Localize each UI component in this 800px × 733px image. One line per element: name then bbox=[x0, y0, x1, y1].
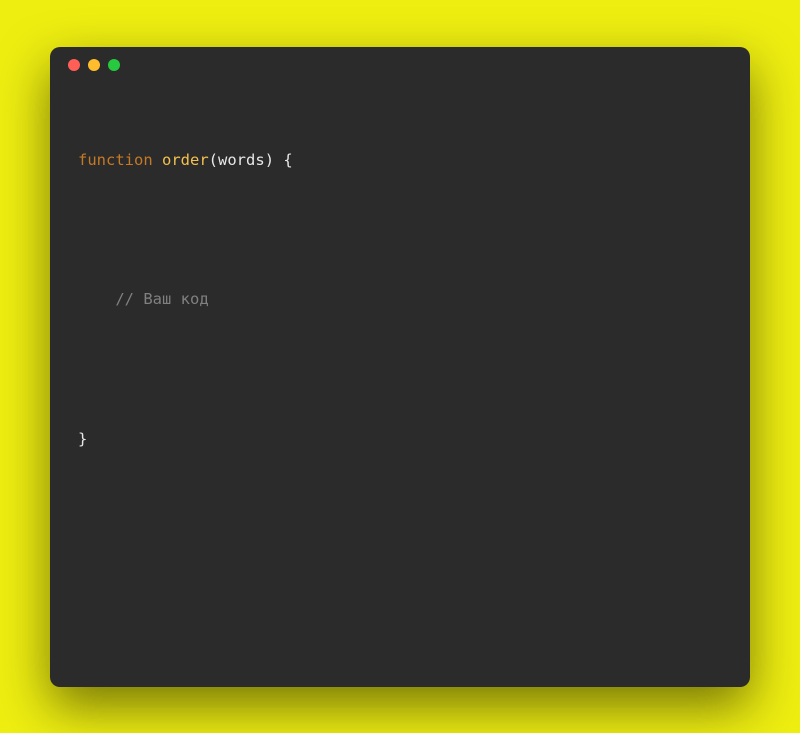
code-line: function order(words) { bbox=[78, 149, 722, 172]
blank-line bbox=[78, 567, 722, 590]
function-name-token: order bbox=[162, 151, 209, 169]
maximize-icon[interactable] bbox=[108, 59, 120, 71]
space-token bbox=[153, 151, 162, 169]
blank-line bbox=[78, 497, 722, 520]
brace-token: { bbox=[283, 151, 292, 169]
window-title-bar bbox=[50, 47, 750, 83]
brace-token: } bbox=[78, 430, 87, 448]
keyword-token: function bbox=[78, 151, 153, 169]
code-line: // Ваш код bbox=[78, 288, 722, 311]
blank-line bbox=[78, 636, 722, 659]
blank-line bbox=[78, 358, 722, 381]
code-area[interactable]: function order(words) { // Ваш код } con… bbox=[50, 83, 750, 687]
space-token bbox=[274, 151, 283, 169]
paren-token: ( bbox=[209, 151, 218, 169]
code-line: } bbox=[78, 428, 722, 451]
minimize-icon[interactable] bbox=[88, 59, 100, 71]
blank-line bbox=[78, 219, 722, 242]
comment-token: // Ваш код bbox=[115, 290, 208, 308]
indent-token bbox=[78, 290, 115, 308]
paren-token: ) bbox=[265, 151, 274, 169]
param-token: words bbox=[218, 151, 265, 169]
code-editor-window: function order(words) { // Ваш код } con… bbox=[50, 47, 750, 687]
close-icon[interactable] bbox=[68, 59, 80, 71]
